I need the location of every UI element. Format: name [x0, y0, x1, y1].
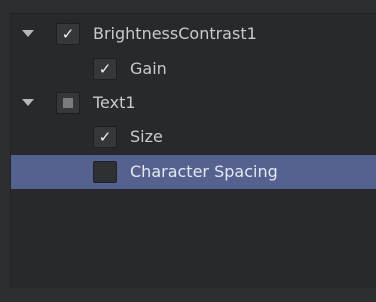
tree-row-character-spacing[interactable]: Character Spacing: [11, 155, 376, 189]
tree-item-label: Gain: [130, 59, 167, 78]
checkbox-gain[interactable]: ✓: [93, 58, 117, 80]
tree-row-brightnesscontrast1[interactable]: ✓ BrightnessContrast1: [11, 17, 376, 51]
tree-item-label: Size: [130, 127, 163, 146]
partial-square-icon: [63, 98, 73, 108]
checkmark-icon: ✓: [98, 60, 112, 78]
expand-arrow-icon[interactable]: [22, 30, 34, 37]
expand-arrow-icon[interactable]: [22, 99, 34, 106]
checkbox-brightnesscontrast1[interactable]: ✓: [56, 23, 80, 45]
checkbox-text1[interactable]: [56, 92, 80, 114]
checkmark-icon: ✓: [98, 128, 112, 146]
tree-row-size[interactable]: ✓ Size: [11, 120, 376, 154]
tree-item-label: BrightnessContrast1: [93, 24, 257, 43]
tree-row-gain[interactable]: ✓ Gain: [11, 52, 376, 86]
checkbox-size[interactable]: ✓: [93, 126, 117, 148]
tree-item-label: Text1: [93, 93, 136, 112]
checkmark-icon: ✓: [61, 25, 75, 43]
checkbox-character-spacing[interactable]: [93, 161, 117, 183]
tree-item-label: Character Spacing: [130, 162, 278, 181]
tree-row-text1[interactable]: Text1: [11, 86, 376, 120]
layer-panel: ✓ BrightnessContrast1 ✓ Gain Text1 ✓ Siz…: [0, 0, 376, 302]
layer-tree: ✓ BrightnessContrast1 ✓ Gain Text1 ✓ Siz…: [10, 13, 376, 288]
